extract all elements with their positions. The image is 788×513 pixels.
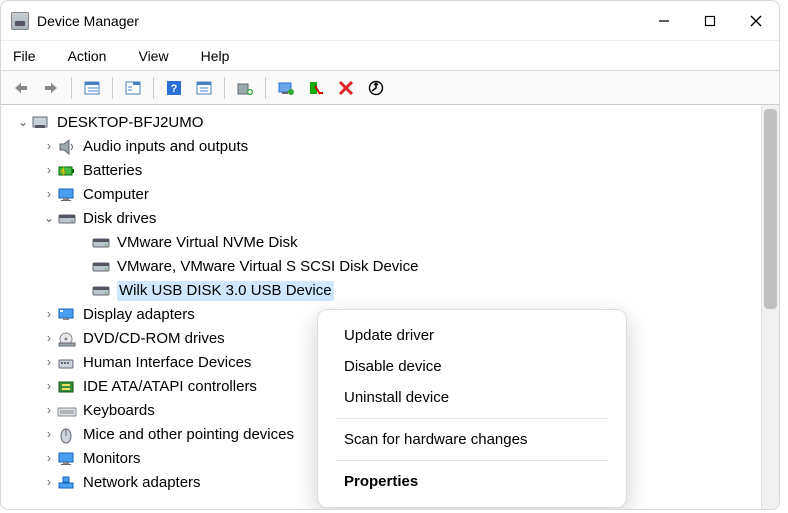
- context-menu-item[interactable]: Scan for hardware changes: [318, 424, 626, 455]
- tree-item-label: Wilk USB DISK 3.0 USB Device: [117, 281, 334, 301]
- device-manager-window: Device Manager File Action View Help: [0, 0, 780, 510]
- delete-button[interactable]: [332, 75, 360, 101]
- optical-icon: [57, 330, 77, 348]
- chevron-down-icon[interactable]: ⌄: [41, 211, 57, 227]
- back-button[interactable]: [7, 75, 35, 101]
- menu-view[interactable]: View: [134, 44, 172, 68]
- tree-category-label: Human Interface Devices: [83, 353, 251, 373]
- keyboard-icon: [57, 402, 77, 420]
- tree-category-label: IDE ATA/ATAPI controllers: [83, 377, 257, 397]
- chevron-right-icon[interactable]: ›: [41, 163, 57, 179]
- context-menu-item[interactable]: Update driver: [318, 320, 626, 351]
- properties-button[interactable]: [190, 75, 218, 101]
- computer-icon: [31, 114, 51, 132]
- disk-icon: [57, 210, 77, 228]
- menubar: File Action View Help: [1, 41, 779, 71]
- chevron-right-icon[interactable]: ›: [41, 187, 57, 203]
- tree-category[interactable]: › Audio inputs and outputs: [9, 135, 775, 159]
- monitor-icon: [57, 186, 77, 204]
- menu-help[interactable]: Help: [197, 44, 234, 68]
- chevron-down-icon[interactable]: ⌄: [15, 115, 31, 131]
- tree-category-label: Audio inputs and outputs: [83, 137, 248, 157]
- ide-icon: [57, 378, 77, 396]
- tree-category-label: Mice and other pointing devices: [83, 425, 294, 445]
- svg-text:?: ?: [171, 83, 178, 95]
- tree-item[interactable]: › VMware, VMware Virtual S SCSI Disk Dev…: [9, 255, 775, 279]
- menu-action[interactable]: Action: [64, 44, 111, 68]
- tree-item-label: VMware, VMware Virtual S SCSI Disk Devic…: [117, 257, 418, 277]
- context-menu: Update driverDisable deviceUninstall dev…: [317, 309, 627, 508]
- tree-category[interactable]: ⌄ Disk drives: [9, 207, 775, 231]
- show-hidden-button[interactable]: [78, 75, 106, 101]
- chevron-right-icon[interactable]: ›: [41, 427, 57, 443]
- window-title: Device Manager: [37, 13, 139, 29]
- tree-category-label: Display adapters: [83, 305, 195, 325]
- chevron-right-icon[interactable]: ›: [41, 355, 57, 371]
- maximize-button[interactable]: [687, 1, 733, 41]
- chevron-right-icon[interactable]: ›: [41, 451, 57, 467]
- speaker-icon: [57, 138, 77, 156]
- context-menu-separator: [336, 418, 608, 419]
- context-menu-item[interactable]: Uninstall device: [318, 382, 626, 413]
- hid-icon: [57, 354, 77, 372]
- disk-icon: [91, 282, 111, 300]
- disk-icon: [91, 234, 111, 252]
- disk-icon: [91, 258, 111, 276]
- window-controls: [641, 1, 779, 41]
- chevron-right-icon[interactable]: ›: [41, 379, 57, 395]
- chevron-right-icon[interactable]: ›: [41, 331, 57, 347]
- chevron-right-icon[interactable]: ›: [41, 403, 57, 419]
- toolbar-separator: [112, 77, 113, 99]
- context-menu-item[interactable]: Disable device: [318, 351, 626, 382]
- tree-category-label: Disk drives: [83, 209, 156, 229]
- disable-device-button[interactable]: [302, 75, 330, 101]
- monitor-icon: [57, 450, 77, 468]
- chevron-right-icon[interactable]: ›: [41, 307, 57, 323]
- tree-category-label: DVD/CD-ROM drives: [83, 329, 225, 349]
- help-button[interactable]: ?: [160, 75, 188, 101]
- menu-file[interactable]: File: [9, 44, 40, 68]
- tree-category-label: Computer: [83, 185, 149, 205]
- tree-category[interactable]: › Computer: [9, 183, 775, 207]
- network-icon: [57, 474, 77, 492]
- vertical-scrollbar[interactable]: ▲: [761, 105, 779, 509]
- tree-category-label: Keyboards: [83, 401, 155, 421]
- scrollbar-thumb[interactable]: [764, 109, 777, 309]
- toolbar-separator: [153, 77, 154, 99]
- tree-category-label: Network adapters: [83, 473, 201, 493]
- context-menu-item[interactable]: Properties: [318, 466, 626, 497]
- tree-category-label: Monitors: [83, 449, 141, 469]
- tree-root[interactable]: ⌄ DESKTOP-BFJ2UMO: [9, 111, 775, 135]
- scan-hardware-button[interactable]: [362, 75, 390, 101]
- display-icon: [57, 306, 77, 324]
- tree-item-label: VMware Virtual NVMe Disk: [117, 233, 298, 253]
- tree-category[interactable]: › Batteries: [9, 159, 775, 183]
- battery-icon: [57, 162, 77, 180]
- close-button[interactable]: [733, 1, 779, 41]
- toolbar: ?: [1, 71, 779, 105]
- toolbar-separator: [265, 77, 266, 99]
- app-icon: [11, 12, 29, 30]
- chevron-right-icon[interactable]: ›: [41, 139, 57, 155]
- tree-root-label: DESKTOP-BFJ2UMO: [57, 113, 203, 133]
- toolbar-separator: [224, 77, 225, 99]
- update-driver-button[interactable]: [231, 75, 259, 101]
- mouse-icon: [57, 426, 77, 444]
- toolbar-separator: [71, 77, 72, 99]
- context-menu-separator: [336, 460, 608, 461]
- forward-button[interactable]: [37, 75, 65, 101]
- minimize-button[interactable]: [641, 1, 687, 41]
- titlebar: Device Manager: [1, 1, 779, 41]
- tree-category-label: Batteries: [83, 161, 142, 181]
- properties-sheet-button[interactable]: [119, 75, 147, 101]
- tree-item[interactable]: › VMware Virtual NVMe Disk: [9, 231, 775, 255]
- uninstall-device-button[interactable]: [272, 75, 300, 101]
- chevron-right-icon[interactable]: ›: [41, 475, 57, 491]
- tree-item[interactable]: › Wilk USB DISK 3.0 USB Device: [9, 279, 775, 303]
